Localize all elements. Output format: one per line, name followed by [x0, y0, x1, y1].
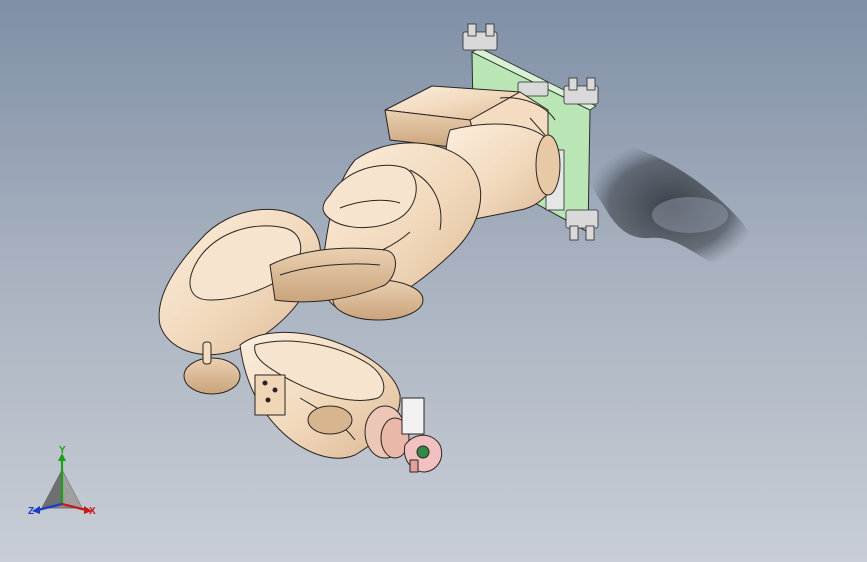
plate-clamp[interactable]	[565, 209, 599, 241]
cad-graphics-viewport[interactable]: Y X Z	[0, 0, 867, 562]
view-orientation-triad[interactable]: Y X Z	[22, 446, 108, 526]
triad-z-label: Z	[28, 506, 35, 517]
plate-clamp[interactable]	[563, 77, 599, 105]
tool-flange[interactable]	[364, 397, 443, 473]
triad-x-label: X	[89, 506, 96, 517]
triad-y-label: Y	[59, 445, 66, 456]
model-shadow	[583, 140, 759, 273]
robot-arm-model[interactable]	[0, 0, 867, 562]
plate-clamp[interactable]	[462, 23, 498, 51]
